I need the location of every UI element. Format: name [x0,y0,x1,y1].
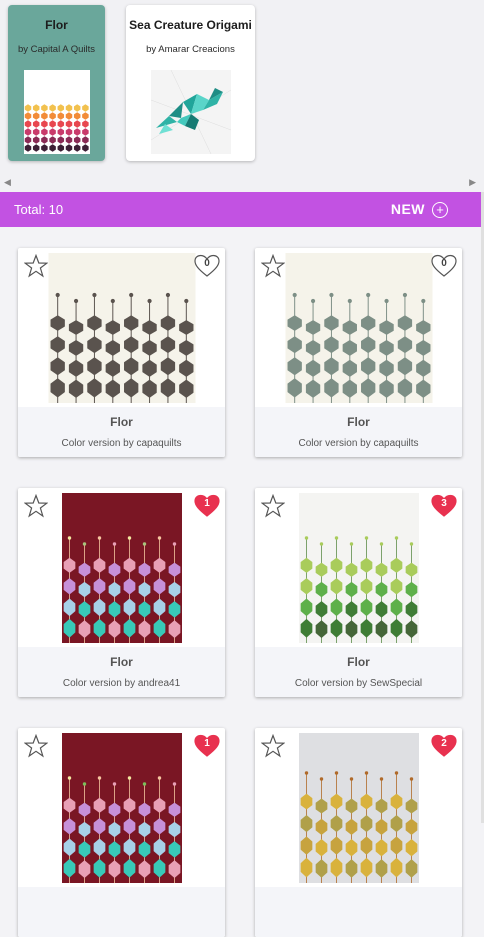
pattern-author: by Amarar Creacions [146,44,235,55]
variation-card[interactable]: 0 Flor Color version by capaquilts [18,248,225,457]
variation-card[interactable]: 3 Flor Color version by SewSpecial [255,488,462,697]
like-count: 0 [204,258,210,269]
horizontal-scrollbar[interactable]: ◀ ▶ [0,176,484,190]
variation-subtitle: Color version by andrea41 [62,678,181,689]
pattern-card-sea-creature-origami[interactable]: Sea Creature Origami by Amarar Creacions [126,5,255,161]
variation-info: Flor Color version by SewSpecial [255,647,462,697]
scroll-left-arrow-icon[interactable]: ◀ [4,177,11,188]
heart-icon[interactable]: 1 [194,494,220,518]
like-count: 1 [204,498,210,509]
variation-title: Flor [110,655,133,669]
variation-image [298,733,419,883]
variation-image [61,733,182,883]
variation-info: Flor Color version by capaquilts [18,407,225,457]
variation-subtitle: Color version by SewSpecial [294,678,423,689]
pattern-card-flor[interactable]: Flor by Capital A Quilts [8,5,105,161]
star-outline-icon[interactable] [261,494,285,518]
pattern-thumbnail [23,70,90,154]
variation-info: Flor Color version by andrea41 [18,647,225,697]
plus-circle-icon[interactable]: + [432,202,448,218]
variation-info [255,887,462,937]
like-count: 0 [441,258,447,269]
variation-image [61,493,182,643]
pattern-author: by Capital A Quilts [17,44,96,55]
star-outline-icon[interactable] [24,254,48,278]
variation-title: Flor [110,415,133,429]
heart-icon[interactable]: 3 [431,494,457,518]
variation-info: Flor Color version by capaquilts [255,407,462,457]
variation-card[interactable]: 0 Flor Color version by capaquilts [255,248,462,457]
pattern-thumbnail [150,70,231,154]
variation-subtitle: Color version by capaquilts [298,438,419,449]
variation-image [298,493,419,643]
heart-icon[interactable]: 0 [194,254,220,278]
variation-card[interactable]: 1 Flor Color version by andrea41 [18,488,225,697]
like-count: 1 [204,738,210,749]
heart-icon[interactable]: 2 [431,734,457,758]
pattern-strip: Flor by Capital A Quilts Sea Creature Or… [0,0,484,192]
variation-title: Flor [347,415,370,429]
total-count: Total: 10 [14,202,64,217]
heart-icon[interactable]: 1 [194,734,220,758]
variation-image [48,253,195,403]
variation-card[interactable]: 1 [18,728,225,937]
star-outline-icon[interactable] [24,494,48,518]
star-outline-icon[interactable] [261,254,285,278]
variation-title: Flor [347,655,370,669]
variation-card[interactable]: 2 [255,728,462,937]
variation-subtitle: Color version by capaquilts [61,438,182,449]
variation-info [18,887,225,937]
variations-toolbar: Total: 10 NEW + [0,192,481,227]
new-button[interactable]: NEW [391,201,425,217]
heart-icon[interactable]: 0 [431,254,457,278]
like-count: 3 [441,498,447,509]
variation-image [285,253,432,403]
scroll-right-arrow-icon[interactable]: ▶ [469,177,476,188]
star-outline-icon[interactable] [24,734,48,758]
like-count: 2 [441,738,447,749]
star-outline-icon[interactable] [261,734,285,758]
pattern-title: Flor [45,18,68,32]
pattern-title: Sea Creature Origami [129,18,252,32]
